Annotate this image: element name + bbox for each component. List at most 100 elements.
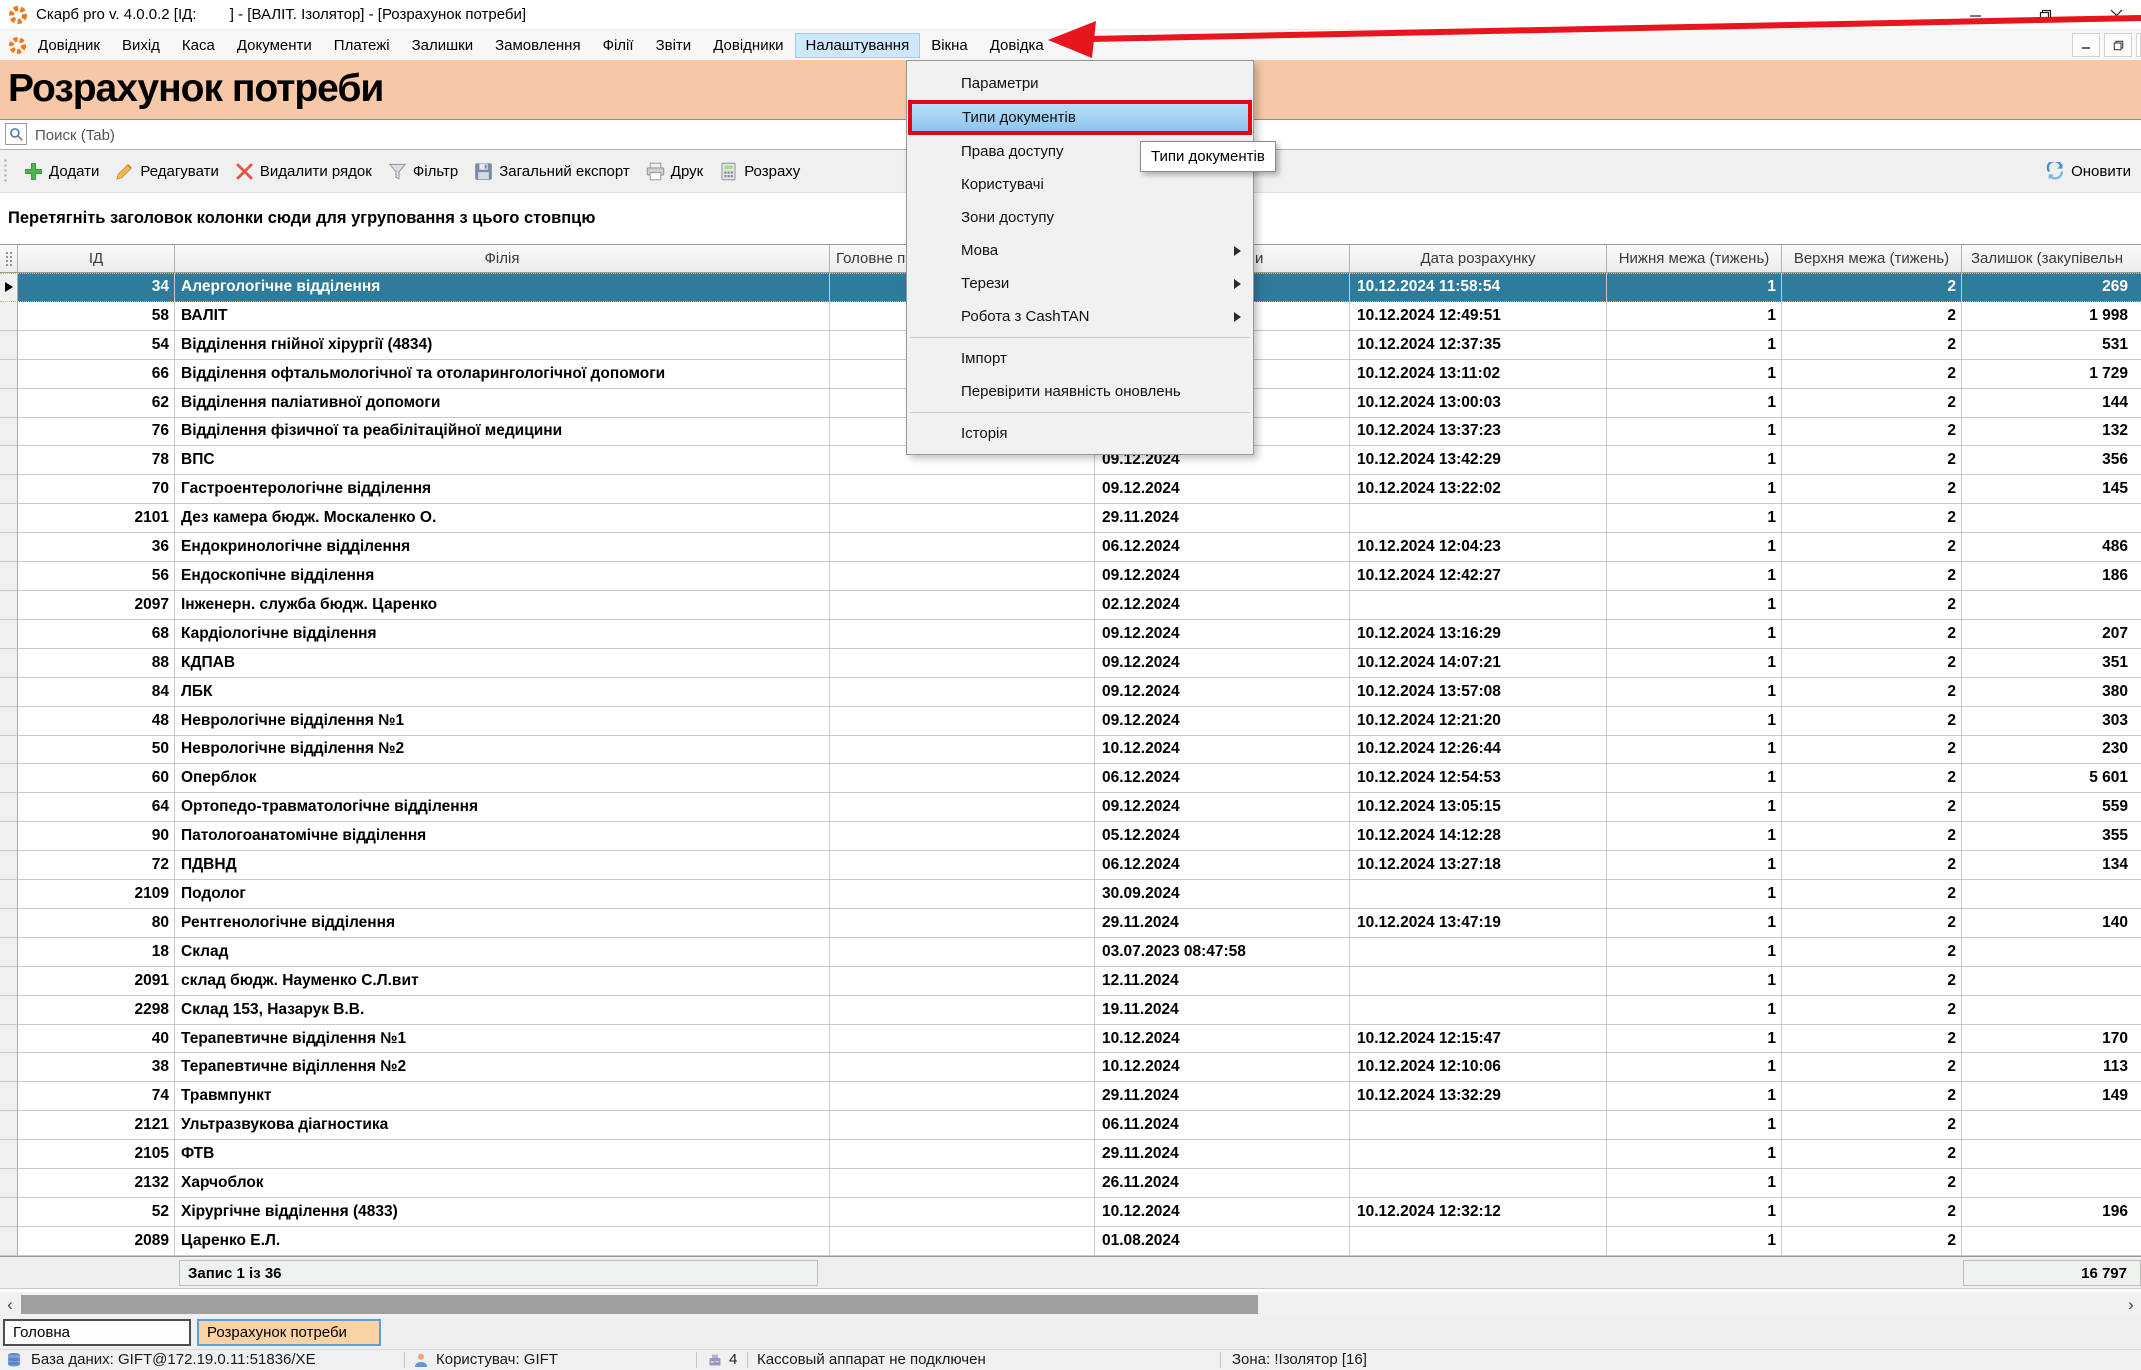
table-row[interactable]: 2132Харчоблок26.11.202412 bbox=[0, 1169, 2141, 1198]
table-row[interactable]: 60Оперблок06.12.202410.12.2024 12:54:531… bbox=[0, 764, 2141, 793]
table-row[interactable]: 40Терапевтичне відділення №110.12.202410… bbox=[0, 1025, 2141, 1054]
table-row[interactable]: 48Неврологічне відділення №109.12.202410… bbox=[0, 707, 2141, 736]
cell: 10.12.2024 13:32:29 bbox=[1350, 1082, 1607, 1111]
mdi-minimize-button[interactable] bbox=[2072, 33, 2100, 57]
menu-item[interactable]: Користувачі bbox=[907, 168, 1253, 201]
menubar-item[interactable]: Довідники bbox=[702, 33, 794, 58]
minimize-button[interactable] bbox=[1950, 0, 2000, 30]
calculate-button[interactable]: Розраху bbox=[719, 162, 800, 181]
table-row[interactable]: 38Терапевтичне віділлення №210.12.202410… bbox=[0, 1053, 2141, 1082]
menu-item[interactable]: Перевірити наявність оновлень bbox=[907, 375, 1253, 408]
export-button[interactable]: Загальний експорт bbox=[474, 162, 630, 181]
table-row[interactable]: 88КДПАВ09.12.202410.12.2024 14:07:211235… bbox=[0, 649, 2141, 678]
delete-row-button[interactable]: Видалити рядок bbox=[235, 162, 372, 181]
table-row[interactable]: 2121Ультразвукова діагностика06.11.20241… bbox=[0, 1111, 2141, 1140]
column-header[interactable]: ІД bbox=[18, 244, 175, 273]
menu-item[interactable]: Робота з CashTAN bbox=[907, 300, 1253, 333]
cell bbox=[830, 996, 1095, 1025]
column-header[interactable]: Філія bbox=[175, 244, 830, 273]
cell bbox=[0, 533, 18, 562]
cell bbox=[830, 1025, 1095, 1054]
cell: 1 bbox=[1607, 822, 1782, 851]
scrollbar-thumb[interactable] bbox=[21, 1295, 1258, 1314]
table-row[interactable]: 50Неврологічне відділення №210.12.202410… bbox=[0, 736, 2141, 765]
pencil-icon bbox=[115, 162, 134, 181]
column-header[interactable]: Дата розрахунку bbox=[1350, 244, 1607, 273]
menu-item[interactable]: Зони доступу bbox=[907, 201, 1253, 234]
menu-item[interactable]: Історія bbox=[907, 417, 1253, 450]
column-header[interactable]: Верхня межа (тижень) bbox=[1782, 244, 1962, 273]
cell: 03.07.2023 08:47:58 bbox=[1095, 938, 1350, 967]
menubar-item[interactable]: Платежі bbox=[323, 33, 401, 58]
table-row[interactable]: 64Ортопедо-травматологічне відділення09.… bbox=[0, 793, 2141, 822]
table-row[interactable]: 2089Царенко Е.Л.01.08.202412 bbox=[0, 1227, 2141, 1256]
menubar-item[interactable]: Замовлення bbox=[484, 33, 591, 58]
scroll-left-icon[interactable]: ‹ bbox=[0, 1292, 20, 1317]
menu-item[interactable]: Типи документів bbox=[908, 100, 1252, 135]
menu-item[interactable]: Імпорт bbox=[907, 342, 1253, 375]
menubar-item[interactable]: Вікна bbox=[920, 33, 979, 58]
search-input[interactable] bbox=[33, 121, 937, 149]
menubar-item[interactable]: Філії bbox=[592, 33, 645, 58]
menubar-item[interactable]: Документи bbox=[226, 33, 323, 58]
close-button[interactable] bbox=[2091, 0, 2141, 30]
table-row[interactable]: 74Травмпункт29.11.202410.12.2024 13:32:2… bbox=[0, 1082, 2141, 1111]
menu-item[interactable]: Мова bbox=[907, 234, 1253, 267]
cell: 30.09.2024 bbox=[1095, 880, 1350, 909]
tab-rozrakhunok-potreby[interactable]: Розрахунок потреби bbox=[197, 1319, 381, 1346]
settings-dropdown-menu: ПараметриТипи документівПрава доступуКор… bbox=[906, 60, 1254, 455]
table-row[interactable]: 2097Інженерн. служба бюдж. Царенко02.12.… bbox=[0, 591, 2141, 620]
menu-item[interactable]: Терези bbox=[907, 267, 1253, 300]
table-row[interactable]: 18Склад03.07.2023 08:47:5812 bbox=[0, 938, 2141, 967]
table-row[interactable]: 2109Подолог30.09.202412 bbox=[0, 880, 2141, 909]
table-row[interactable]: 84ЛБК09.12.202410.12.2024 13:57:0812380 bbox=[0, 678, 2141, 707]
column-header[interactable]: Залишок (закупівельн bbox=[1962, 244, 2141, 273]
table-row[interactable]: 52Хірургічне відділення (4833)10.12.2024… bbox=[0, 1198, 2141, 1227]
cell: 1 bbox=[1607, 475, 1782, 504]
table-row[interactable]: 90Патологоанатомічне відділення05.12.202… bbox=[0, 822, 2141, 851]
cell bbox=[0, 1053, 18, 1082]
table-row[interactable]: 2298Склад 153, Назарук В.В.19.11.202412 bbox=[0, 996, 2141, 1025]
print-button[interactable]: Друк bbox=[646, 162, 703, 181]
scroll-right-icon[interactable]: › bbox=[2121, 1292, 2141, 1317]
table-row[interactable]: 72ПДВНД06.12.202410.12.2024 13:27:181213… bbox=[0, 851, 2141, 880]
table-row[interactable]: 36Ендокринологічне відділення06.12.20241… bbox=[0, 533, 2141, 562]
menubar-item[interactable]: Вихід bbox=[111, 33, 171, 58]
menubar-item[interactable]: Каса bbox=[171, 33, 226, 58]
cell: 09.12.2024 bbox=[1095, 620, 1350, 649]
menubar-item[interactable]: Налаштування bbox=[795, 33, 921, 58]
filter-button[interactable]: Фільтр bbox=[388, 162, 458, 181]
window-title: Скарб pro v. 4.0.0.2 [ІД: ] - [ВАЛІТ. Із… bbox=[36, 6, 526, 23]
edit-button[interactable]: Редагувати bbox=[115, 162, 219, 181]
toolbar-grip-handle[interactable] bbox=[3, 158, 8, 184]
table-row[interactable]: 80Рентгенологічне відділення29.11.202410… bbox=[0, 909, 2141, 938]
menubar-item[interactable]: Довідка bbox=[979, 33, 1055, 58]
mdi-restore-button[interactable] bbox=[2104, 33, 2132, 57]
restore-button[interactable] bbox=[2020, 0, 2070, 30]
menu-item-label: Типи документів bbox=[962, 109, 1076, 126]
column-header[interactable]: Нижня межа (тижень) bbox=[1607, 244, 1782, 273]
menu-item-label: Імпорт bbox=[961, 350, 1007, 367]
table-row[interactable]: 68Кардіологічне відділення09.12.202410.1… bbox=[0, 620, 2141, 649]
table-row[interactable]: 56Ендоскопічне відділення09.12.202410.12… bbox=[0, 562, 2141, 591]
cell: КДПАВ bbox=[175, 649, 830, 678]
cell bbox=[0, 736, 18, 765]
menubar-item[interactable]: Звіти bbox=[645, 33, 703, 58]
column-header[interactable] bbox=[0, 244, 18, 273]
mdi-close-button-clipped[interactable] bbox=[2136, 33, 2141, 57]
tab-holovna[interactable]: Головна bbox=[3, 1319, 191, 1346]
cell bbox=[0, 1082, 18, 1111]
cell: 2 bbox=[1782, 880, 1962, 909]
horizontal-scrollbar[interactable]: ‹ › bbox=[0, 1292, 2141, 1317]
menubar-item[interactable]: Довідник bbox=[27, 33, 111, 58]
menu-item[interactable]: Параметри bbox=[907, 67, 1253, 100]
table-row[interactable]: 2091склад бюдж. Науменко С.Л.вит12.11.20… bbox=[0, 967, 2141, 996]
refresh-button[interactable]: Оновити bbox=[2046, 162, 2131, 181]
table-row[interactable]: 2105ФТВ29.11.202412 bbox=[0, 1140, 2141, 1169]
cell bbox=[0, 649, 18, 678]
table-row[interactable]: 2101Дез камера бюдж. Москаленко О.29.11.… bbox=[0, 504, 2141, 533]
add-button[interactable]: Додати bbox=[24, 162, 99, 181]
table-row[interactable]: 70Гастроентерологічне відділення09.12.20… bbox=[0, 475, 2141, 504]
cell: 170 bbox=[1962, 1025, 2141, 1054]
menubar-item[interactable]: Залишки bbox=[401, 33, 485, 58]
